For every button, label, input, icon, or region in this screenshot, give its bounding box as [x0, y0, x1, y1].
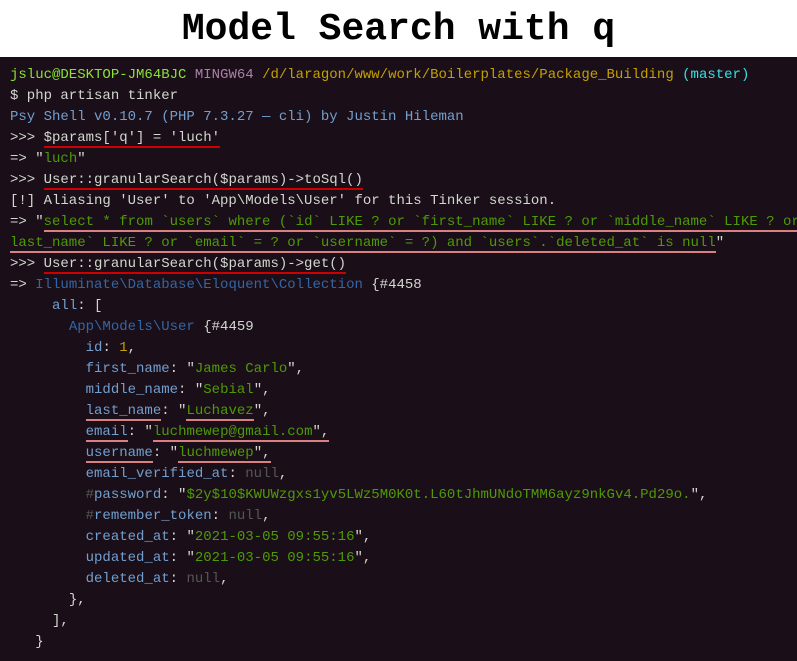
input-line: >>> User::granularSearch($params)->get()	[10, 254, 787, 275]
field-line: created_at: "2021-03-05 09:55:16",	[10, 527, 787, 548]
page-title: Model Search with q	[0, 0, 797, 57]
output-line: => "luch"	[10, 149, 787, 170]
close-line: ],	[10, 611, 787, 632]
close-line: }	[10, 632, 787, 653]
prompt-line: jsluc@DESKTOP-JM64BJC MINGW64 /d/laragon…	[10, 65, 787, 86]
terminal-window: jsluc@DESKTOP-JM64BJC MINGW64 /d/laragon…	[0, 57, 797, 661]
input-line: >>> $params['q'] = 'luch'	[10, 128, 787, 149]
field-line: id: 1,	[10, 338, 787, 359]
input-line: >>> User::granularSearch($params)->toSql…	[10, 170, 787, 191]
field-line: last_name: "Luchavez",	[10, 401, 787, 422]
output-line: => Illuminate\Database\Eloquent\Collecti…	[10, 275, 787, 296]
field-line: email: "luchmewep@gmail.com",	[10, 422, 787, 443]
field-line: username: "luchmewep",	[10, 443, 787, 464]
field-line: email_verified_at: null,	[10, 464, 787, 485]
command-line: $ php artisan tinker	[10, 86, 787, 107]
field-line: #remember_token: null,	[10, 506, 787, 527]
field-line: first_name: "James Carlo",	[10, 359, 787, 380]
psy-shell-line: Psy Shell v0.10.7 (PHP 7.3.27 — cli) by …	[10, 107, 787, 128]
sql-output-line: last_name` LIKE ? or `email` = ? or `use…	[10, 233, 787, 254]
field-line: deleted_at: null,	[10, 569, 787, 590]
output-line: all: [	[10, 296, 787, 317]
field-line: updated_at: "2021-03-05 09:55:16",	[10, 548, 787, 569]
close-line: },	[10, 590, 787, 611]
sql-output-line: => "select * from `users` where (`id` LI…	[10, 212, 787, 233]
output-line: App\Models\User {#4459	[10, 317, 787, 338]
field-line: middle_name: "Sebial",	[10, 380, 787, 401]
field-line: #password: "$2y$10$KWUWzgxs1yv5LWz5M0K0t…	[10, 485, 787, 506]
alias-line: [!] Aliasing 'User' to 'App\Models\User'…	[10, 191, 787, 212]
